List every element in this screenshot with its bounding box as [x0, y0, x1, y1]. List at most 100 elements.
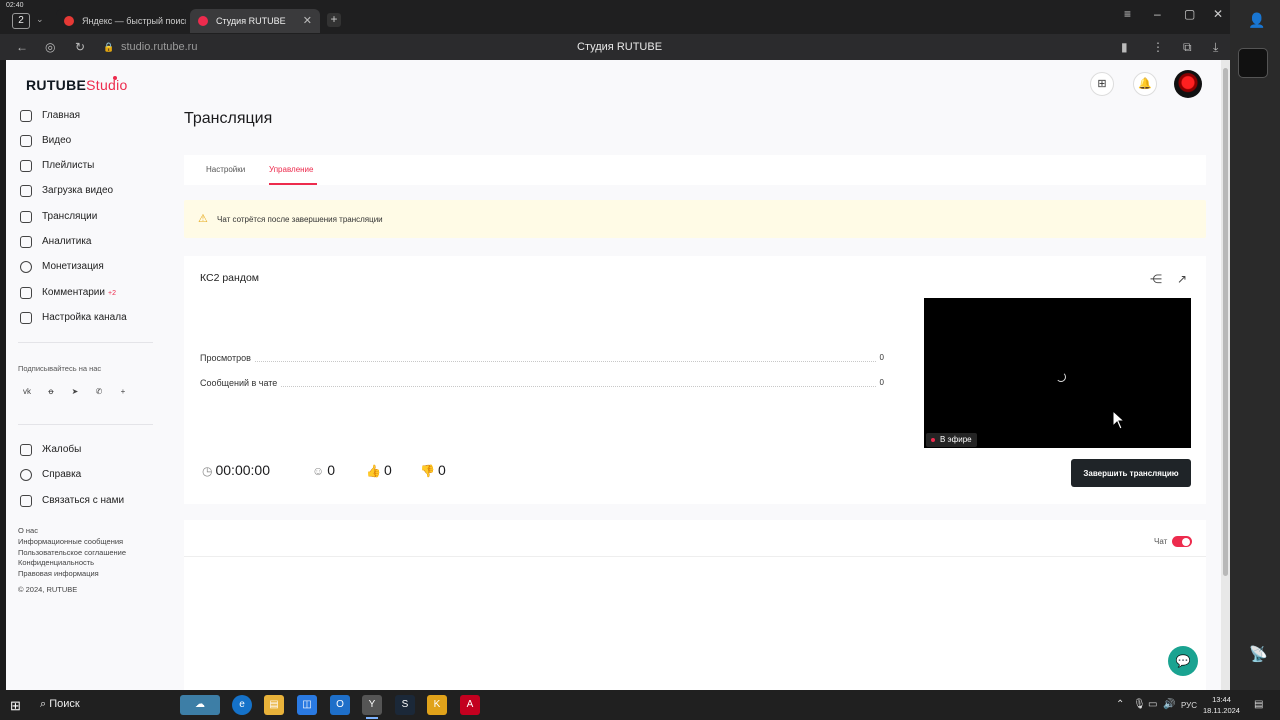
collections-icon[interactable]: ⧉	[1183, 40, 1192, 55]
notifications-center-icon[interactable]: ▤	[1254, 699, 1263, 710]
footer-link-terms[interactable]: Пользовательское соглашение	[18, 548, 126, 557]
like-icon: 👍	[366, 464, 381, 478]
sidebar-item-complaints[interactable]: Жалобы	[18, 440, 158, 460]
close-tab-icon[interactable]: ✕	[303, 9, 312, 33]
microphone-icon[interactable]: 🎙	[1133, 699, 1146, 710]
windows-start-icon[interactable]: ⊞	[10, 698, 21, 714]
sidebar-item-home[interactable]: Главная	[18, 106, 158, 126]
outlook-icon[interactable]: O	[330, 695, 350, 715]
url-field[interactable]: studio.rutube.ru	[121, 41, 197, 53]
app-icon[interactable]: K	[427, 695, 447, 715]
new-tab-button[interactable]: +	[327, 13, 341, 27]
more-icon[interactable]: ⋮	[1152, 40, 1164, 54]
likes-count: 👍 0	[366, 462, 392, 478]
download-icon[interactable]: ⤓	[1213, 40, 1218, 55]
menu-icon[interactable]: ≡	[1124, 7, 1131, 21]
chat-label: Чат	[1154, 537, 1168, 546]
file-explorer-icon[interactable]: ▤	[264, 695, 284, 715]
rutube-favicon-icon	[198, 16, 208, 26]
tab-count-button[interactable]: 2	[12, 13, 30, 29]
taskbar-search[interactable]: ⌕ Поиск	[40, 698, 80, 711]
profile-icon[interactable]: 👤	[1248, 12, 1265, 29]
edge-icon[interactable]: e	[232, 695, 252, 715]
tab-settings[interactable]: Настройки	[206, 165, 245, 174]
broadcast-icon	[20, 211, 32, 223]
steam-icon[interactable]: S	[395, 695, 415, 715]
vk-icon[interactable]: vk	[20, 385, 34, 399]
sidebar-item-video[interactable]: Видео	[18, 131, 158, 151]
ok-icon[interactable]: ꝋ	[44, 385, 58, 399]
footer-link-legal[interactable]: Правовая информация	[18, 569, 99, 578]
share-icon[interactable]: ⋲	[1150, 272, 1162, 286]
stat-value: 0	[876, 378, 884, 387]
minimize-icon[interactable]: –	[1154, 7, 1161, 21]
mouse-cursor-icon	[1112, 410, 1126, 430]
comments-icon	[20, 287, 32, 299]
footer-link-info[interactable]: Информационные сообщения	[18, 537, 123, 546]
rutube-studio-logo[interactable]: RUTUBEStudio	[26, 76, 128, 93]
stat-value: 0	[876, 353, 884, 362]
upload-icon	[20, 185, 32, 197]
support-chat-button[interactable]: 💬	[1168, 646, 1198, 676]
end-broadcast-button[interactable]: Завершить трансляцию	[1071, 459, 1191, 487]
footer-link-about[interactable]: О нас	[18, 526, 38, 535]
close-window-icon[interactable]: ✕	[1213, 7, 1223, 21]
sidebar-item-broadcasts[interactable]: Трансляции	[18, 207, 158, 227]
tabs-dropdown-icon[interactable]: ⌄	[36, 14, 44, 25]
telegram-icon[interactable]: ➤	[68, 385, 82, 399]
sidebar-item-channel-settings[interactable]: Настройка канала	[18, 308, 158, 328]
tab-yandex[interactable]: Яндекс — быстрый поиск	[56, 9, 186, 33]
chat-warning-alert: ⚠ Чат сотрётся после завершения трансляц…	[184, 200, 1206, 238]
sidebar-item-contact[interactable]: Связаться с нами	[18, 491, 158, 511]
shield-icon[interactable]: ◎	[45, 40, 55, 54]
panel-avatar[interactable]	[1238, 48, 1268, 78]
stream-preview-player[interactable]: В эфире	[924, 298, 1191, 448]
store-icon[interactable]: ◫	[297, 695, 317, 715]
tab-management[interactable]: Управление	[269, 165, 313, 174]
sidebar-item-analytics[interactable]: Аналитика	[18, 232, 158, 252]
sidebar-divider	[18, 342, 153, 343]
viber-icon[interactable]: ✆	[92, 385, 106, 399]
chat-card: Чат	[184, 520, 1206, 690]
back-icon[interactable]: ←	[16, 40, 28, 54]
language-indicator[interactable]: РУС	[1181, 701, 1197, 710]
chat-toggle[interactable]	[1172, 536, 1192, 547]
volume-icon[interactable]: 🔊	[1163, 699, 1175, 710]
avatar[interactable]	[1174, 70, 1202, 98]
stream-card: КС2 рандом ⋲ ↗ Просмотров 0 Сообщений в …	[184, 256, 1206, 504]
yandex-browser-icon[interactable]: Y	[362, 695, 382, 719]
sidebar-item-playlists[interactable]: Плейлисты	[18, 156, 158, 176]
weather-widget-icon[interactable]: ☁	[180, 695, 220, 715]
tray-chevron-icon[interactable]: ⌃	[1116, 699, 1124, 710]
windows-taskbar: ⊞ ⌕ Поиск ☁ e ▤ ◫ O Y S K A ⌃ 🎙 ▭ 🔊 РУС …	[0, 690, 1280, 720]
sidebar-item-upload[interactable]: Загрузка видео	[18, 181, 158, 201]
amd-icon[interactable]: A	[460, 695, 480, 715]
broadcast-status-icon[interactable]: 📡	[1249, 645, 1268, 663]
maximize-icon[interactable]: ▢	[1184, 7, 1195, 21]
settings-icon	[20, 312, 32, 324]
notifications-icon[interactable]: 🔔	[1133, 72, 1157, 96]
plus-icon[interactable]: +	[116, 385, 130, 399]
sidebar-item-comments[interactable]: Комментарии +2	[18, 283, 158, 303]
network-icon[interactable]: ▭	[1148, 699, 1157, 710]
reload-icon[interactable]: ↻	[75, 40, 85, 54]
chat-divider	[184, 556, 1206, 557]
tab-rutube-studio[interactable]: Студия RUTUBE ✕	[190, 9, 320, 33]
comments-badge: +2	[107, 290, 116, 297]
stream-title: КС2 рандом	[200, 272, 260, 284]
add-icon[interactable]: ⊞	[1090, 72, 1114, 96]
bookmark-icon[interactable]: ▮	[1121, 40, 1128, 54]
page-scrollbar[interactable]	[1221, 60, 1230, 690]
analytics-icon	[20, 236, 32, 248]
yandex-favicon-icon	[64, 16, 74, 26]
viewers-icon: ☺	[312, 464, 325, 478]
sidebar-item-monetization[interactable]: Монетизация	[18, 257, 158, 277]
footer-link-privacy[interactable]: Конфиденциальность	[18, 558, 94, 567]
home-icon	[20, 110, 32, 122]
taskbar-clock[interactable]: 13:44 18.11.2024	[1203, 694, 1240, 716]
open-external-icon[interactable]: ↗	[1177, 272, 1187, 286]
sidebar-item-help[interactable]: Справка	[18, 465, 158, 485]
stat-chat-messages: Сообщений в чате 0	[200, 378, 884, 390]
tab-title: Студия RUTUBE	[216, 16, 286, 26]
scrollbar-thumb[interactable]	[1223, 68, 1228, 576]
